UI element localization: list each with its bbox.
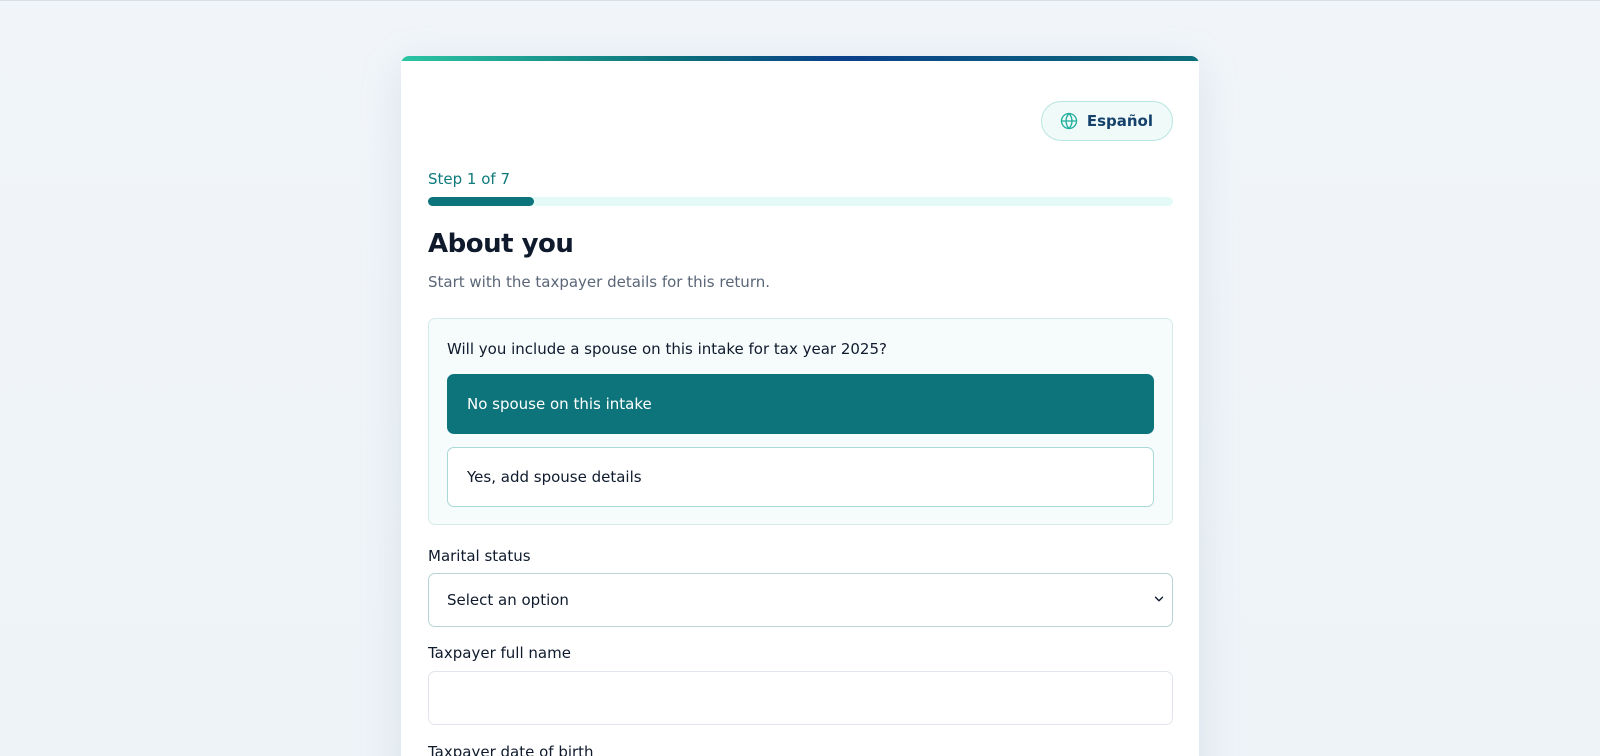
taxpayer-full-name-label: Taxpayer full name <box>428 644 571 662</box>
form-content: Step 1 of 7 About you Start with the tax… <box>428 169 1173 756</box>
intake-card: Español Step 1 of 7 About you Start with… <box>401 56 1199 756</box>
chevron-down-icon <box>1152 591 1166 610</box>
progress-bar <box>428 197 1173 206</box>
page-subtitle: Start with the taxpayer details for this… <box>428 273 770 291</box>
globe-icon <box>1060 112 1078 130</box>
no-spouse-option[interactable]: No spouse on this intake <box>447 374 1154 434</box>
page-title: About you <box>428 229 574 259</box>
add-spouse-option[interactable]: Yes, add spouse details <box>447 447 1154 507</box>
progress-bar-fill <box>428 197 534 206</box>
spouse-question-text: Will you include a spouse on this intake… <box>447 340 887 358</box>
card-accent-bar <box>401 56 1199 61</box>
marital-status-select[interactable]: Select an option <box>428 573 1173 627</box>
language-toggle-label: Español <box>1086 112 1153 130</box>
add-spouse-option-label: Yes, add spouse details <box>467 468 642 486</box>
marital-status-value: Select an option <box>447 591 569 609</box>
no-spouse-option-label: No spouse on this intake <box>467 395 652 413</box>
spouse-question-group: Will you include a spouse on this intake… <box>428 318 1173 525</box>
taxpayer-dob-label: Taxpayer date of birth <box>428 743 594 756</box>
taxpayer-full-name-input[interactable] <box>428 671 1173 725</box>
step-indicator: Step 1 of 7 <box>428 170 511 188</box>
language-toggle-button[interactable]: Español <box>1040 101 1173 141</box>
marital-status-label: Marital status <box>428 547 531 565</box>
